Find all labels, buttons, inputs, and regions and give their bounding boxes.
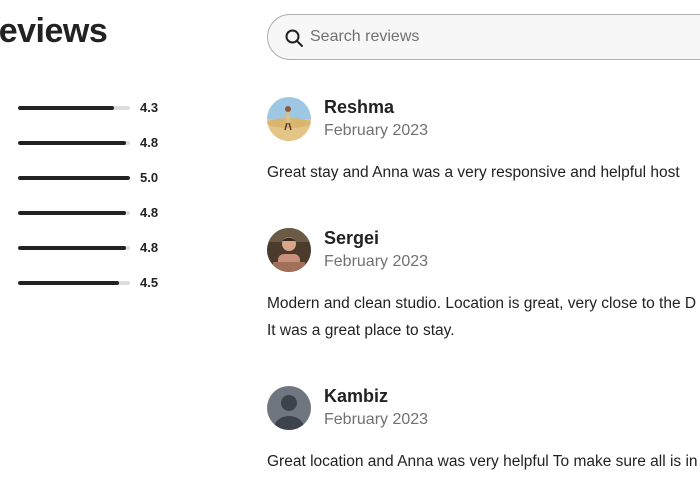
rating-bar-fill (18, 211, 126, 215)
rating-bar (18, 211, 130, 215)
rating-bar (18, 176, 130, 180)
reviewer-name: Reshma (324, 97, 395, 117)
rating-bar-fill (18, 141, 126, 145)
rating-bar (18, 106, 130, 110)
rating-value: 4.5 (140, 275, 159, 290)
review-text-line: Great stay and Anna was a very responsiv… (267, 164, 680, 181)
rating-row: 4.3 (18, 96, 168, 131)
rating-row: 4.5 (18, 271, 168, 306)
rating-bar-fill (18, 106, 115, 110)
review-text: Modern and clean studio. Location is gre… (267, 290, 700, 344)
search-input[interactable] (310, 15, 690, 59)
rating-value: 4.8 (140, 240, 159, 255)
review-text-line: Modern and clean studio. Location is gre… (267, 295, 697, 312)
reviews-heading: reviews (0, 12, 108, 50)
review-text-line: Great location and Anna was very helpful… (267, 453, 698, 470)
rating-value: 4.8 (140, 135, 159, 150)
rating-row: 5.0 (18, 166, 168, 201)
search-bar[interactable] (267, 14, 700, 60)
reviewer-name: Sergei (324, 228, 380, 248)
avatar[interactable] (267, 97, 311, 141)
rating-value: 4.3 (140, 100, 159, 115)
rating-bar-fill (18, 246, 126, 250)
rating-bar-fill (18, 281, 119, 285)
avatar[interactable] (267, 228, 311, 272)
review-text: Great location and Anna was very helpful… (267, 448, 700, 475)
rating-bar (18, 246, 130, 250)
reviewer-name: Kambiz (324, 386, 389, 406)
search-icon[interactable] (284, 28, 304, 48)
review-text: Great stay and Anna was a very responsiv… (267, 159, 700, 186)
review-date: February 2023 (324, 411, 429, 428)
rating-bar (18, 141, 130, 145)
rating-value: 4.8 (140, 205, 159, 220)
review-text-line: It was a great place to stay. (267, 322, 455, 339)
rating-row: 4.8 (18, 236, 168, 271)
rating-row: 4.8 (18, 131, 168, 166)
avatar[interactable] (267, 386, 311, 430)
category-ratings: 4.3 4.8 5.0 4.8 4.8 4.5 (18, 96, 168, 306)
rating-row: 4.8 (18, 201, 168, 236)
rating-bar (18, 281, 130, 285)
review-date: February 2023 (324, 122, 429, 139)
rating-value: 5.0 (140, 170, 159, 185)
review-date: February 2023 (324, 253, 429, 270)
rating-bar-fill (18, 176, 130, 180)
